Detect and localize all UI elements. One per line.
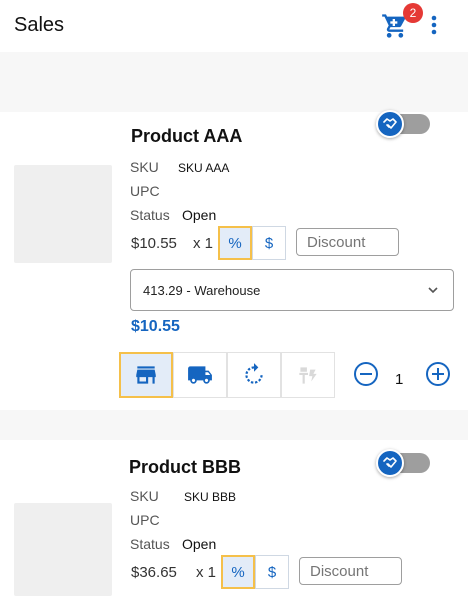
- product-image: [14, 165, 112, 263]
- handshake-icon: [376, 110, 404, 138]
- cart-count-badge: 2: [403, 3, 423, 23]
- increase-quantity-button[interactable]: [425, 361, 451, 387]
- upc-label: UPC: [130, 183, 160, 199]
- product-toggle[interactable]: [376, 110, 432, 138]
- unit-price: $36.65: [131, 564, 177, 581]
- minus-circle-icon: [354, 362, 378, 386]
- handshake-icon: [376, 449, 404, 477]
- dollar-discount-button[interactable]: $: [255, 555, 289, 589]
- percent-discount-button[interactable]: %: [218, 226, 252, 260]
- delivery-button[interactable]: [173, 352, 227, 398]
- page-title: Sales: [14, 14, 65, 36]
- chevron-down-icon: [428, 287, 438, 294]
- sku-label: SKU: [130, 488, 159, 504]
- app-bar: Sales 2: [0, 0, 468, 52]
- discount-input[interactable]: [299, 557, 402, 585]
- store-icon: [136, 366, 156, 384]
- special-order-button[interactable]: [281, 352, 335, 398]
- percent-discount-button[interactable]: %: [221, 555, 255, 589]
- line-total: $10.55: [131, 318, 180, 335]
- dollar-discount-button[interactable]: $: [252, 226, 286, 260]
- return-button[interactable]: [227, 352, 281, 398]
- unit-price: $10.55: [131, 235, 177, 252]
- product-image: [14, 503, 112, 596]
- special-order-icon: [299, 367, 317, 384]
- status-value: Open: [182, 536, 217, 552]
- refresh-icon: [245, 363, 263, 384]
- quantity-value: 1: [395, 371, 404, 388]
- product-toggle[interactable]: [376, 449, 432, 477]
- plus-circle-icon: [426, 362, 450, 386]
- quantity-text: x 1: [193, 235, 214, 252]
- product-name: Product AAA: [131, 126, 243, 146]
- sku-value: SKU AAA: [178, 161, 230, 175]
- status-label: Status: [130, 536, 170, 552]
- decrease-quantity-button[interactable]: [353, 361, 379, 387]
- sku-value: SKU BBB: [184, 490, 237, 504]
- discount-input[interactable]: [296, 228, 399, 256]
- status-label: Status: [130, 207, 170, 223]
- location-select[interactable]: 413.29 - Warehouse: [130, 269, 454, 311]
- pickup-store-button[interactable]: [119, 352, 173, 398]
- sku-label: SKU: [130, 159, 159, 175]
- location-select-value: 413.29 - Warehouse: [143, 283, 261, 298]
- product-name: Product BBB: [129, 457, 241, 477]
- truck-icon: [188, 366, 212, 384]
- upc-label: UPC: [130, 512, 160, 528]
- more-vert-icon: [431, 15, 437, 35]
- more-menu-button[interactable]: [426, 14, 442, 36]
- quantity-text: x 1: [196, 564, 217, 581]
- status-value: Open: [182, 207, 217, 223]
